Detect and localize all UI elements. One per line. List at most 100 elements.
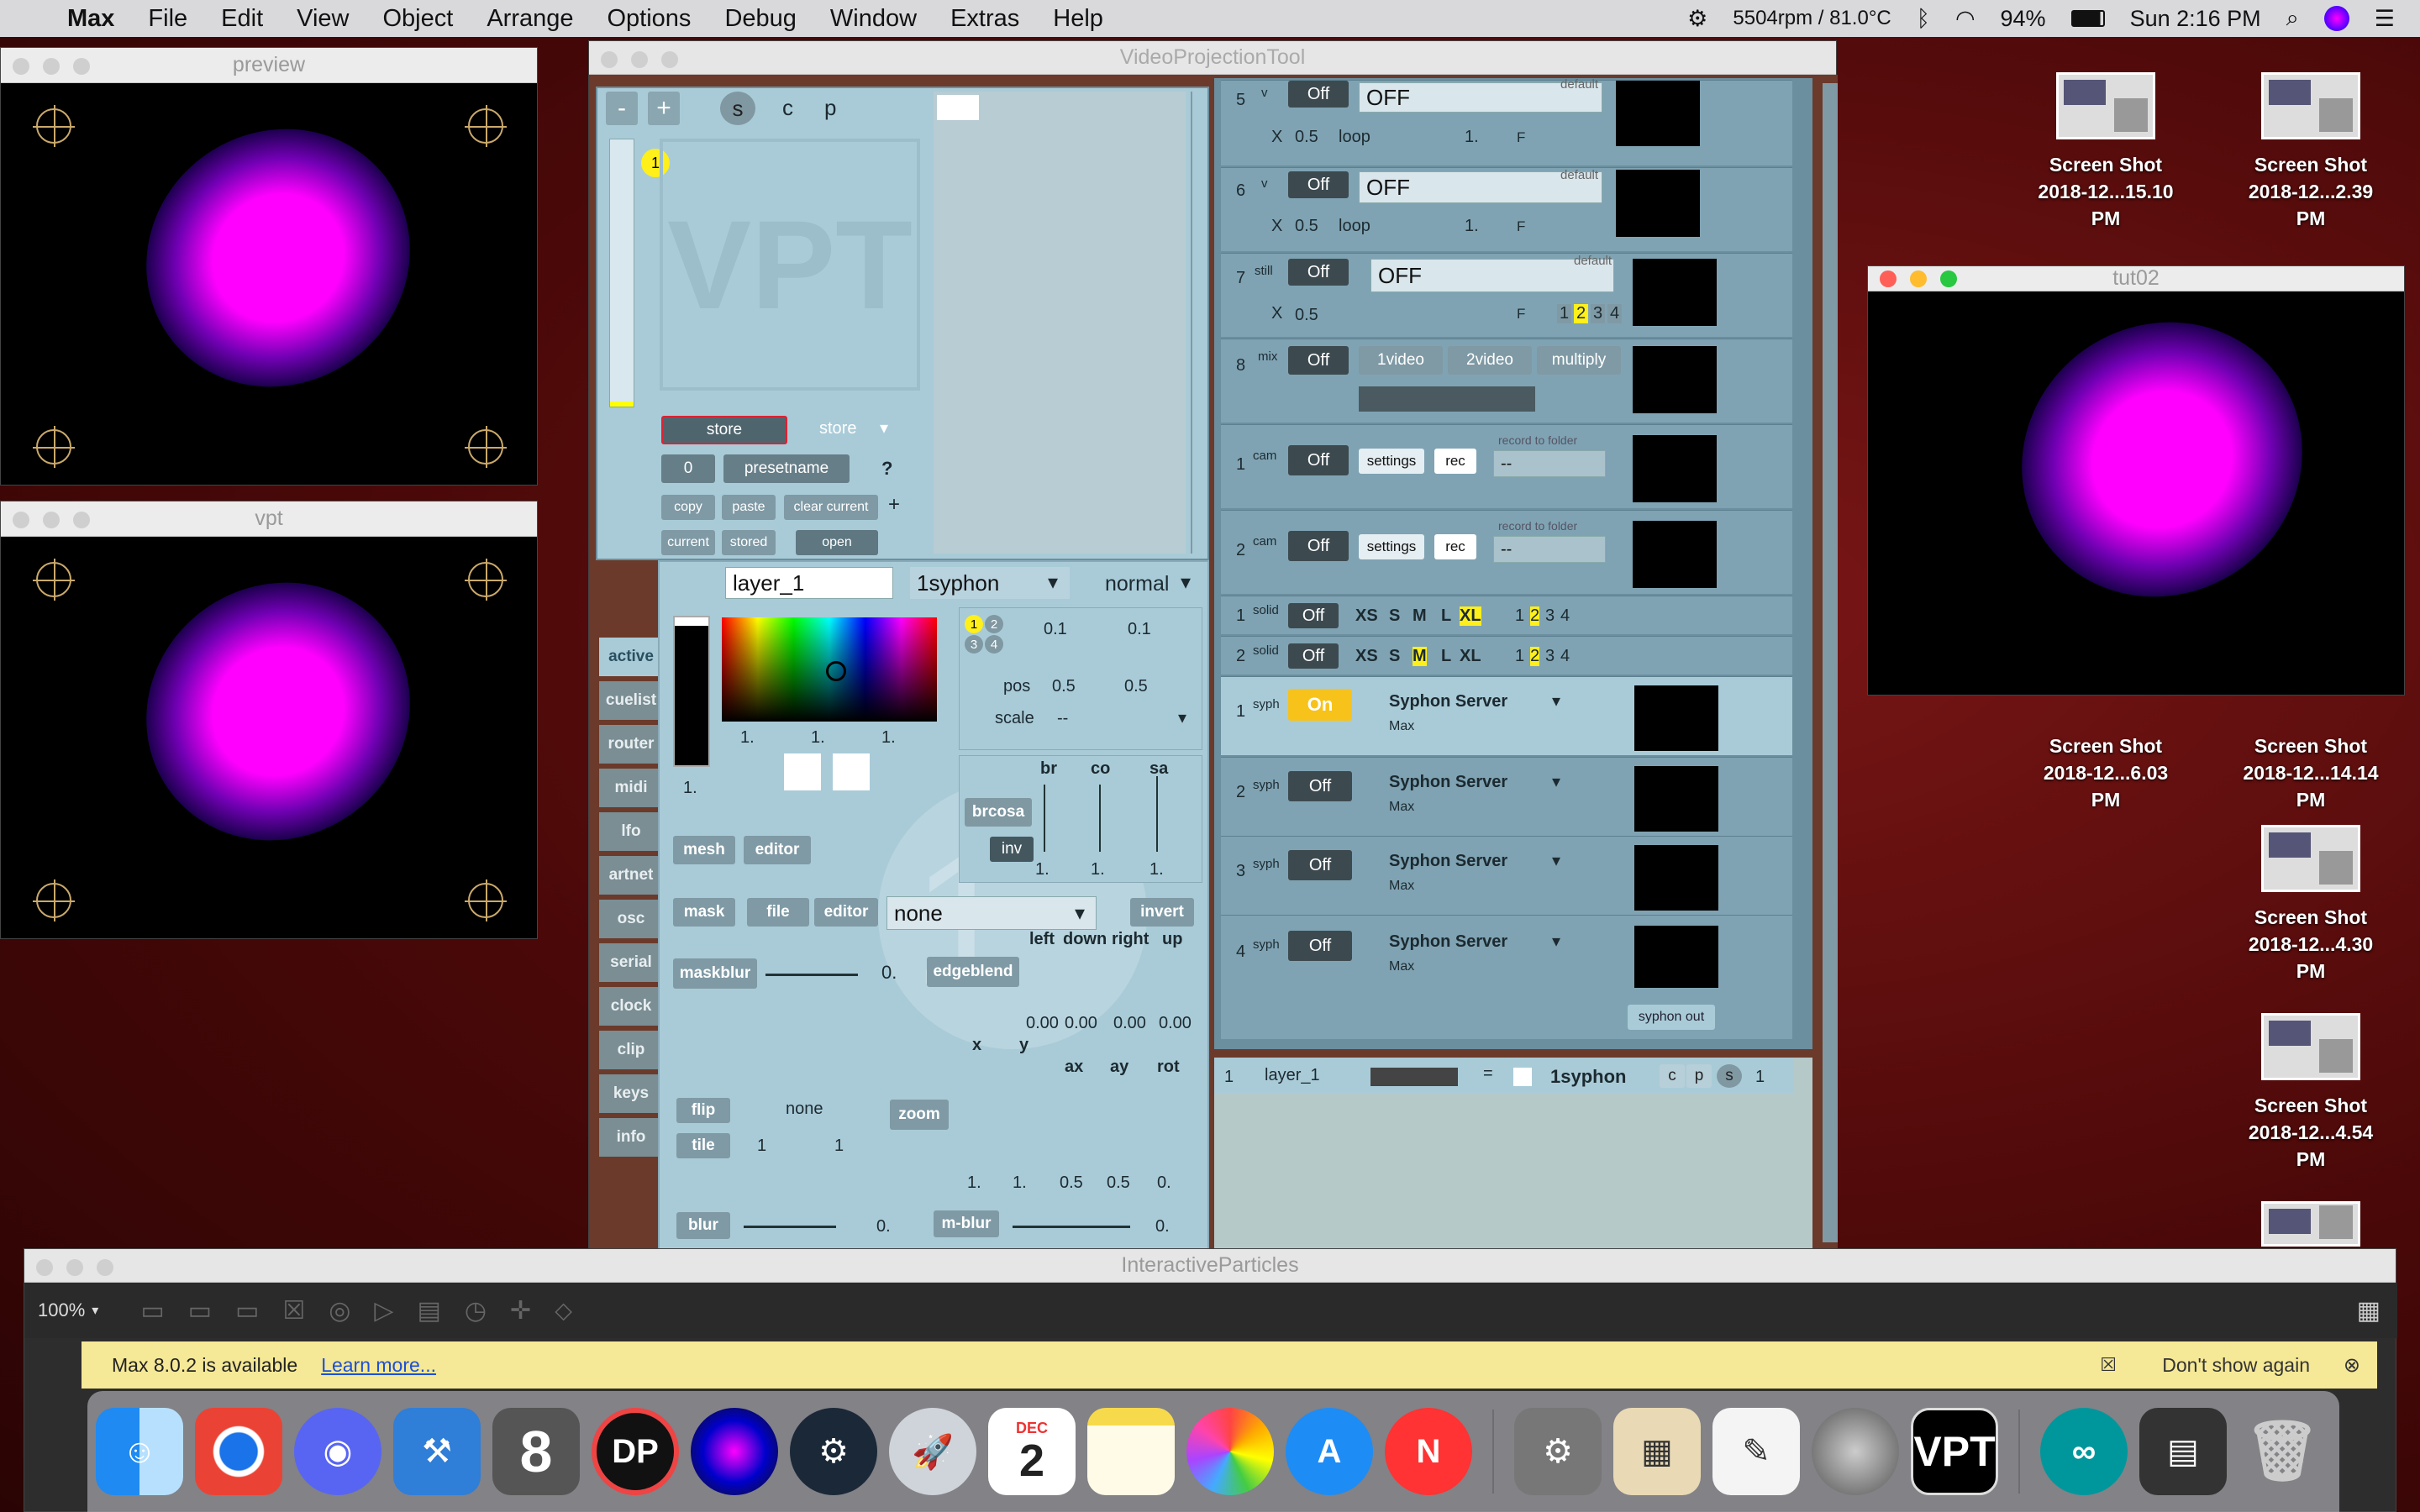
scale-select[interactable]: -- bbox=[1057, 709, 1068, 728]
desktop-file-icon[interactable]: Screen Shot 2018-12...6.03 PM bbox=[2030, 732, 2181, 813]
menu-help[interactable]: Help bbox=[1053, 5, 1103, 33]
mask-button[interactable]: mask bbox=[673, 898, 735, 927]
menu-view[interactable]: View bbox=[297, 5, 349, 33]
chevron-down-icon[interactable]: ▾ bbox=[1075, 901, 1085, 926]
toolbar-icons[interactable]: ▭▭▭☒◎▷▤◷✛⬦ bbox=[140, 1296, 596, 1326]
bluetooth-icon[interactable]: ᛒ bbox=[1917, 6, 1930, 32]
tab-info[interactable]: info bbox=[599, 1118, 663, 1157]
cam-2-toggle[interactable]: Off bbox=[1288, 531, 1349, 561]
mask-editor-button[interactable]: editor bbox=[814, 898, 878, 927]
flip-button[interactable]: flip bbox=[676, 1098, 730, 1123]
mask-file-button[interactable]: file bbox=[747, 898, 809, 927]
invert-button[interactable]: invert bbox=[1130, 898, 1194, 927]
copy-button[interactable]: copy bbox=[661, 495, 715, 520]
downloads-stack-icon[interactable]: ▤ bbox=[2139, 1408, 2227, 1495]
dont-show-label[interactable]: Don't show again bbox=[2162, 1354, 2310, 1377]
chevron-down-icon[interactable]: ▾ bbox=[880, 417, 888, 438]
tab-clip[interactable]: clip bbox=[599, 1031, 663, 1069]
source-5-toggle[interactable]: Off bbox=[1288, 81, 1349, 108]
corner-handle-icon[interactable] bbox=[465, 426, 507, 468]
cam-1-toggle[interactable]: Off bbox=[1288, 445, 1349, 475]
chrome-icon[interactable] bbox=[195, 1408, 282, 1495]
learn-more-link[interactable]: Learn more... bbox=[321, 1354, 436, 1377]
quad-2[interactable]: 2 bbox=[985, 615, 1003, 633]
minus-button[interactable]: - bbox=[606, 92, 638, 125]
help-button[interactable]: ? bbox=[881, 458, 892, 480]
mblur-button[interactable]: m-blur bbox=[934, 1210, 999, 1237]
solid-1-toggle[interactable]: Off bbox=[1288, 603, 1339, 628]
close-icon[interactable]: ⊗ bbox=[2344, 1353, 2360, 1378]
menu-edit[interactable]: Edit bbox=[221, 5, 263, 33]
chevron-down-icon[interactable]: ▾ bbox=[1552, 931, 1560, 952]
s-button[interactable]: s bbox=[720, 92, 755, 125]
notes-icon[interactable] bbox=[1087, 1408, 1175, 1495]
desktop-file-icon[interactable]: Screen Shot 2018-12...14.14 PM bbox=[2235, 732, 2386, 813]
quad-4[interactable]: 4 bbox=[985, 635, 1003, 654]
pos-y1[interactable]: 0.1 bbox=[1128, 620, 1151, 639]
tile-y-select[interactable]: 1 bbox=[834, 1137, 844, 1156]
spotlight-icon[interactable]: ⌕ bbox=[2286, 5, 2299, 32]
quad-3[interactable]: 3 bbox=[965, 635, 983, 654]
system-preferences-icon[interactable]: ⚙ bbox=[1514, 1408, 1602, 1495]
preset-name-field[interactable]: presetname bbox=[723, 454, 850, 483]
siri-icon[interactable] bbox=[691, 1408, 778, 1495]
syphon-out-button[interactable]: syphon out bbox=[1628, 1005, 1715, 1030]
add-preset-button[interactable]: + bbox=[888, 493, 900, 517]
source-8-toggle[interactable]: Off bbox=[1288, 346, 1349, 375]
wifi-icon[interactable]: ◠ bbox=[1955, 6, 1975, 32]
fan-readout[interactable]: 5504rpm / 81.0°C bbox=[1733, 7, 1891, 30]
vpt-app-icon[interactable]: VPT bbox=[1911, 1408, 1998, 1495]
co-slider[interactable] bbox=[1099, 785, 1101, 852]
calendar-icon[interactable]: DEC 2 bbox=[988, 1408, 1076, 1495]
source-6-toggle[interactable]: Off bbox=[1288, 171, 1349, 198]
trash-icon[interactable]: 🗑 bbox=[2238, 1408, 2326, 1495]
maskblur-button[interactable]: maskblur bbox=[673, 958, 757, 989]
grid-icon[interactable]: ▦ bbox=[2357, 1296, 2381, 1326]
cam-2-settings-button[interactable]: settings bbox=[1359, 534, 1424, 559]
quad-1[interactable]: 1 bbox=[965, 615, 983, 633]
arduino-icon[interactable]: ∞ bbox=[2040, 1408, 2128, 1495]
edgeblend-button[interactable]: edgeblend bbox=[927, 957, 1019, 987]
inv-button[interactable]: inv bbox=[990, 837, 1034, 862]
plus-button[interactable]: + bbox=[648, 92, 680, 125]
desktop-file-icon[interactable]: Screen Shot 2018-12...15.10 PM bbox=[2030, 72, 2181, 232]
store-button[interactable]: store bbox=[661, 416, 787, 444]
open-button[interactable]: open bbox=[796, 530, 878, 555]
finder-icon[interactable]: ☺ bbox=[96, 1408, 183, 1495]
scrollbar[interactable] bbox=[1191, 92, 1206, 554]
mix-1video-button[interactable]: 1video bbox=[1359, 346, 1443, 375]
discord-icon[interactable]: ◉ bbox=[294, 1408, 381, 1495]
chevron-down-icon[interactable]: ▾ bbox=[1552, 690, 1560, 711]
zoom-button[interactable]: zoom bbox=[890, 1100, 949, 1130]
alpha-slider[interactable] bbox=[673, 616, 710, 767]
corner-handle-icon[interactable] bbox=[33, 426, 75, 468]
store-menu[interactable]: store bbox=[819, 419, 856, 438]
dont-show-checkbox[interactable]: ☒ bbox=[2100, 1354, 2117, 1376]
layer-list-row[interactable]: 1 layer_1 = 1syphon c p s 1 bbox=[1214, 1058, 1794, 1093]
calculator-icon[interactable]: ▦ bbox=[1613, 1408, 1701, 1495]
syphon-1-toggle[interactable]: On bbox=[1288, 689, 1352, 721]
source-select[interactable]: 1syphon bbox=[910, 567, 1070, 599]
color-swatch[interactable] bbox=[784, 753, 821, 790]
corner-handle-icon[interactable] bbox=[465, 559, 507, 601]
layer-fade-slider[interactable] bbox=[1370, 1068, 1458, 1086]
cam-1-settings-button[interactable]: settings bbox=[1359, 449, 1424, 474]
solid-2-toggle[interactable]: Off bbox=[1288, 643, 1339, 669]
scrollbar[interactable] bbox=[1823, 83, 1838, 1242]
menu-window[interactable]: Window bbox=[830, 5, 917, 33]
corner-handle-icon[interactable] bbox=[33, 559, 75, 601]
preset-list[interactable] bbox=[934, 92, 1186, 554]
mblur-slider[interactable] bbox=[1013, 1226, 1130, 1228]
launchpad-icon[interactable]: 🚀 bbox=[889, 1408, 976, 1495]
layer-color-swatch[interactable] bbox=[1513, 1068, 1532, 1086]
brcosa-button[interactable]: brcosa bbox=[965, 798, 1032, 827]
tab-cuelist[interactable]: cuelist bbox=[599, 681, 663, 720]
desktop-file-icon[interactable]: Screen Shot 2018-12...4.54 PM bbox=[2235, 1013, 2386, 1173]
app-store-icon[interactable]: A bbox=[1286, 1408, 1373, 1495]
corner-handle-icon[interactable] bbox=[465, 105, 507, 147]
pos-y[interactable]: 0.5 bbox=[1124, 677, 1148, 696]
maskblur-slider[interactable] bbox=[765, 974, 858, 976]
mix-2video-button[interactable]: 2video bbox=[1448, 346, 1532, 375]
source-7-toggle[interactable]: Off bbox=[1288, 259, 1349, 286]
zoom-level[interactable]: 100% bbox=[38, 1299, 85, 1321]
